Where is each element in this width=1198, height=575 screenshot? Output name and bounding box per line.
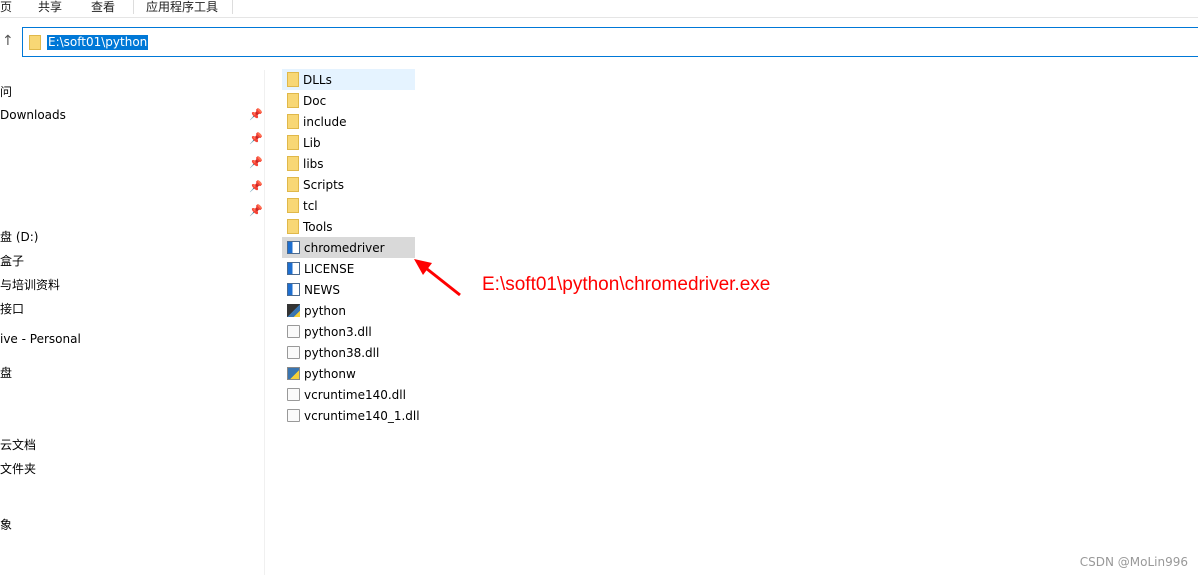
folder-icon bbox=[287, 93, 299, 108]
folder-icon bbox=[287, 156, 299, 171]
nav-item[interactable]: 云文档 bbox=[0, 436, 36, 453]
file-item[interactable]: python38.dll bbox=[282, 342, 415, 363]
file-name: Scripts bbox=[303, 177, 345, 192]
nav-item-onedrive[interactable]: ive - Personal bbox=[0, 332, 81, 346]
nav-item[interactable]: 接口 bbox=[0, 300, 24, 317]
up-arrow-icon[interactable]: ↑ bbox=[2, 33, 14, 49]
nav-item[interactable]: 盘 bbox=[0, 364, 12, 381]
dll-icon bbox=[287, 388, 300, 401]
file-item[interactable]: Doc bbox=[282, 90, 415, 111]
file-name: vcruntime140.dll bbox=[304, 387, 406, 402]
file-item[interactable]: DLLs bbox=[282, 69, 415, 90]
file-name: python3.dll bbox=[304, 324, 372, 339]
file-item[interactable]: vcruntime140.dll bbox=[282, 384, 415, 405]
file-item[interactable]: Scripts bbox=[282, 174, 415, 195]
file-name: Tools bbox=[303, 219, 333, 234]
file-name: python38.dll bbox=[304, 345, 380, 360]
file-name: vcruntime140_1.dll bbox=[304, 408, 420, 423]
nav-item-drive-d[interactable]: 盘 (D:) bbox=[0, 228, 38, 245]
watermark: CSDN @MoLin996 bbox=[1079, 555, 1188, 569]
tab-view[interactable]: 查看 bbox=[91, 0, 115, 15]
divider bbox=[232, 0, 233, 14]
pyw-icon bbox=[287, 367, 300, 380]
folder-icon bbox=[287, 198, 299, 213]
tab-share[interactable]: 共享 bbox=[38, 0, 62, 15]
pin-icon: 📌 bbox=[249, 108, 263, 121]
dll-icon bbox=[287, 325, 300, 338]
file-item[interactable]: tcl bbox=[282, 195, 415, 216]
file-name: libs bbox=[303, 156, 324, 171]
pin-icon: 📌 bbox=[249, 180, 263, 193]
nav-item-downloads[interactable]: Downloads bbox=[0, 108, 66, 122]
nav-item[interactable]: 与培训资料 bbox=[0, 276, 60, 293]
file-name: NEWS bbox=[304, 282, 341, 297]
exe-icon bbox=[287, 262, 300, 275]
file-name: LICENSE bbox=[304, 261, 355, 276]
tab-home[interactable]: 页 bbox=[0, 0, 12, 15]
nav-item[interactable]: 问 bbox=[0, 83, 12, 100]
file-name: Doc bbox=[303, 93, 327, 108]
folder-icon bbox=[287, 114, 299, 129]
exe-icon bbox=[287, 283, 300, 296]
file-item[interactable]: vcruntime140_1.dll bbox=[282, 405, 420, 426]
file-item[interactable]: pythonw bbox=[282, 363, 415, 384]
folder-icon bbox=[287, 135, 299, 150]
file-name: tcl bbox=[303, 198, 318, 213]
file-name: chromedriver bbox=[304, 240, 385, 255]
file-item[interactable]: Lib bbox=[282, 132, 415, 153]
folder-icon bbox=[287, 177, 299, 192]
pin-icon: 📌 bbox=[249, 156, 263, 169]
nav-item[interactable]: 象 bbox=[0, 516, 12, 533]
nav-item[interactable]: 盒子 bbox=[0, 252, 24, 269]
address-path[interactable]: E:\soft01\python bbox=[47, 35, 149, 50]
dll-icon bbox=[287, 409, 300, 422]
path-annotation: E:\soft01\python\chromedriver.exe bbox=[482, 274, 771, 295]
dll-icon bbox=[287, 346, 300, 359]
folder-icon bbox=[287, 72, 299, 87]
file-item[interactable]: include bbox=[282, 111, 415, 132]
tab-app-tools[interactable]: 应用程序工具 bbox=[146, 0, 218, 15]
navigation-pane: 问 Downloads 📌 📌 📌 📌 📌 盘 (D:) 盒子 与培训资料 接口… bbox=[0, 70, 265, 575]
nav-item[interactable]: 文件夹 bbox=[0, 460, 36, 477]
file-name: Lib bbox=[303, 135, 321, 150]
file-item[interactable]: python3.dll bbox=[282, 321, 415, 342]
file-item[interactable]: chromedriver bbox=[282, 237, 415, 258]
file-name: pythonw bbox=[304, 366, 356, 381]
folder-icon bbox=[287, 219, 299, 234]
address-bar[interactable]: E:\soft01\python bbox=[22, 27, 1198, 57]
file-name: include bbox=[303, 114, 347, 129]
file-item[interactable]: python bbox=[282, 300, 415, 321]
file-name: python bbox=[304, 303, 346, 318]
file-item[interactable]: LICENSE bbox=[282, 258, 415, 279]
pin-icon: 📌 bbox=[249, 132, 263, 145]
divider bbox=[133, 0, 134, 14]
red-arrow-annotation bbox=[414, 259, 461, 297]
ribbon: 页 共享 查看 应用程序工具 bbox=[0, 0, 1198, 18]
folder-icon bbox=[29, 35, 41, 50]
pin-icon: 📌 bbox=[249, 204, 263, 217]
file-name: DLLs bbox=[303, 72, 332, 87]
py-icon bbox=[287, 304, 300, 317]
file-item[interactable]: NEWS bbox=[282, 279, 415, 300]
file-item[interactable]: Tools bbox=[282, 216, 415, 237]
file-item[interactable]: libs bbox=[282, 153, 415, 174]
exe-icon bbox=[287, 241, 300, 254]
